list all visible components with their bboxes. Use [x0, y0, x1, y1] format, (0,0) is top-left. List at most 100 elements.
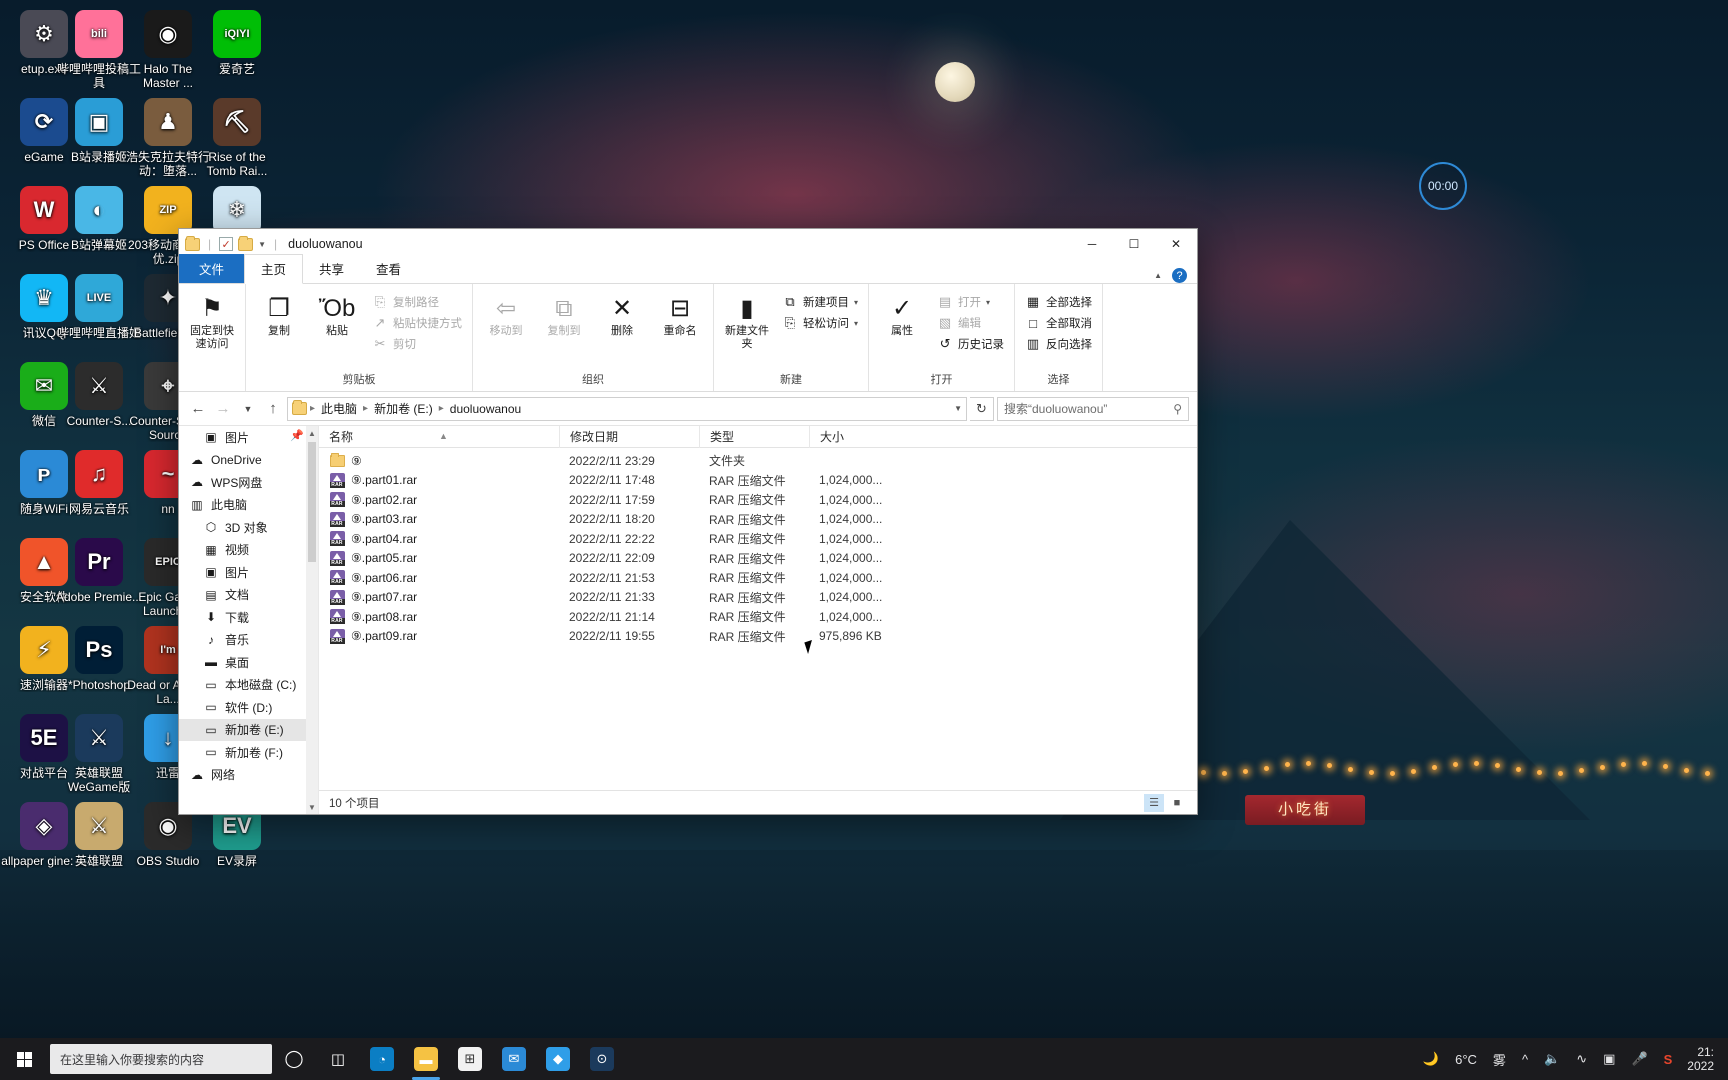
ribbon-small-button-轻松访问[interactable]: ⎘ 轻松访问 ▾ [778, 314, 862, 332]
file-name-cell[interactable]: RAR ⑨.part07.rar [319, 589, 559, 605]
search-input[interactable]: 搜索“duoluowanou” ⚲ [997, 396, 1189, 421]
recent-locations-icon[interactable]: ▼ [237, 398, 259, 420]
nav-item-网络[interactable]: ☁ 网络 [179, 764, 318, 787]
ribbon-small-button-全部选择[interactable]: ▦ 全部选择 [1021, 293, 1096, 311]
screen-icon[interactable]: ▣ [1596, 1038, 1622, 1080]
ribbon[interactable]: ⚑ 固定到快速访问 ❐ 复制 Ὄb 粘贴 ⎘ 复制路径 ↗ 粘贴快捷方式 ✂ 剪切 剪贴板 ⇦ 移动到 ⧉ 复制… [179, 284, 1197, 392]
ribbon-small-button-复制路径[interactable]: ⎘ 复制路径 [368, 293, 466, 311]
ribbon-small-button-编辑[interactable]: ▧ 编辑 [933, 314, 1008, 332]
tab-view[interactable]: 查看 [360, 255, 417, 283]
column-header-date[interactable]: 修改日期 [559, 425, 699, 448]
table-row[interactable]: RAR ⑨.part09.rar 2022/2/11 19:55 RAR 压缩文件 97… [319, 627, 1197, 647]
address-bar[interactable]: ← → ▼ ↑ ▸ 此电脑 ▸ 新加卷 (E:) ▸ duoluowanou ▼… [179, 392, 1197, 426]
help-icon[interactable]: ? [1172, 268, 1187, 283]
file-name-cell[interactable]: RAR ⑨.part08.rar [319, 609, 559, 625]
ribbon-tab-bar[interactable]: 文件 主页 共享 查看 ▲ ? [179, 254, 1197, 284]
pin-icon[interactable]: 📌 [290, 429, 304, 442]
nav-item-图片[interactable]: ▣ 图片 [179, 561, 318, 584]
taskbar-app-mail[interactable]: ✉ [492, 1038, 536, 1080]
taskbar-search-input[interactable]: 在这里输入你要搜索的内容 [50, 1044, 272, 1074]
chevron-down-icon[interactable]: ▾ [854, 298, 858, 307]
breadcrumb-item-0[interactable]: 此电脑 [318, 399, 360, 418]
chevron-down-icon[interactable]: ▾ [854, 319, 858, 328]
tab-file[interactable]: 文件 [179, 254, 245, 283]
taskbar-app-microsoft-store[interactable]: ⊞ [448, 1038, 492, 1080]
table-row[interactable]: RAR ⑨.part03.rar 2022/2/11 18:20 RAR 压缩文件 1,… [319, 510, 1197, 530]
taskbar[interactable]: 在这里输入你要搜索的内容 ◯ ◫ ◔ ▬ ⊞ ✉ ◆ ⊙ 🌙 6°C 雾 ^ 🔈 ∿ ▣ … [0, 1038, 1728, 1080]
nav-item-3D 对象[interactable]: ⬡ 3D 对象 [179, 516, 318, 539]
table-row[interactable]: ⑨ 2022/2/11 23:29 文件夹 [319, 451, 1197, 471]
close-button[interactable]: ✕ [1155, 229, 1197, 259]
file-list[interactable]: ⑨ 2022/2/11 23:29 文件夹 RAR ⑨.part01.rar 2022/2… [319, 448, 1197, 790]
table-row[interactable]: RAR ⑨.part07.rar 2022/2/11 21:33 RAR 压缩文件 1,… [319, 588, 1197, 608]
desktop-icon-7[interactable]: ⛏ Rise of the Tomb Rai... [193, 98, 281, 178]
new-folder-icon[interactable] [238, 235, 254, 251]
nav-item-WPS网盘[interactable]: ☁ WPS网盘 [179, 471, 318, 494]
desktop-icon-3[interactable]: iQIYI 爱奇艺 [193, 10, 281, 76]
ribbon-button-重命名[interactable]: ⊟ 重命名 [653, 288, 707, 338]
file-name-cell[interactable]: RAR ⑨.part03.rar [319, 511, 559, 527]
nav-item-视频[interactable]: ▦ 视频 [179, 539, 318, 562]
search-icon[interactable]: ⚲ [1173, 402, 1182, 416]
refresh-icon[interactable]: ↻ [970, 396, 994, 421]
column-header-name[interactable]: ▲ 名称 [319, 426, 559, 448]
sogou-input-icon[interactable]: S [1657, 1038, 1680, 1080]
nav-item-音乐[interactable]: ♪ 音乐 [179, 629, 318, 652]
nav-item-新加卷 (E:)[interactable]: ▭ 新加卷 (E:) [179, 718, 318, 741]
file-name-cell[interactable]: RAR ⑨.part05.rar [319, 550, 559, 566]
table-row[interactable]: RAR ⑨.part01.rar 2022/2/11 17:48 RAR 压缩文件 1,… [319, 471, 1197, 491]
breadcrumb-item-2[interactable]: duoluowanou [447, 401, 524, 417]
file-name-cell[interactable]: RAR ⑨.part09.rar [319, 628, 559, 644]
nav-scroll-down-icon[interactable]: ▼ [306, 800, 318, 814]
microphone-icon[interactable]: 🎤 [1624, 1038, 1654, 1080]
properties-icon[interactable]: ✓ [219, 237, 234, 251]
nav-item-桌面[interactable]: ▬ 桌面 [179, 651, 318, 674]
tab-share[interactable]: 共享 [303, 255, 360, 283]
cortana-icon[interactable]: ◯ [272, 1038, 316, 1080]
file-name-cell[interactable]: ⑨ [319, 452, 559, 469]
ribbon-small-button-粘贴快捷方式[interactable]: ↗ 粘贴快捷方式 [368, 314, 466, 332]
ribbon-button-删除[interactable]: ✕ 删除 [595, 288, 649, 338]
taskbar-app-steam[interactable]: ⊙ [580, 1038, 624, 1080]
file-name-cell[interactable]: RAR ⑨.part02.rar [319, 492, 559, 508]
table-row[interactable]: RAR ⑨.part02.rar 2022/2/11 17:59 RAR 压缩文件 1,… [319, 490, 1197, 510]
tiles-view-icon[interactable]: ■ [1167, 794, 1187, 812]
nav-scroll-up-icon[interactable]: ▲ [306, 426, 318, 440]
tab-home[interactable]: 主页 [244, 254, 304, 284]
address-dropdown-icon[interactable]: ▼ [954, 404, 962, 413]
file-name-cell[interactable]: RAR ⑨.part04.rar [319, 531, 559, 547]
chevron-down-icon[interactable]: ▼ [258, 240, 266, 249]
quick-access-toolbar[interactable]: | ✓ ▼ | [185, 235, 280, 251]
table-row[interactable]: RAR ⑨.part06.rar 2022/2/11 21:53 RAR 压缩文件 1,… [319, 568, 1197, 588]
file-name-cell[interactable]: RAR ⑨.part06.rar [319, 570, 559, 586]
ribbon-small-button-新建项目[interactable]: ⧉ 新建项目 ▾ [778, 293, 862, 311]
window-controls[interactable]: ─ ☐ ✕ [1071, 229, 1197, 259]
volume-icon[interactable]: 🔈 [1537, 1038, 1567, 1080]
nav-item-本地磁盘 (C:)[interactable]: ▭ 本地磁盘 (C:) [179, 674, 318, 697]
maximize-button[interactable]: ☐ [1113, 229, 1155, 259]
ribbon-small-button-反向选择[interactable]: ▥ 反向选择 [1021, 335, 1096, 353]
column-headers[interactable]: ▲ 名称 修改日期 类型 大小 [319, 425, 1197, 448]
ribbon-button-新建文件夹[interactable]: ▮ 新建文件夹 [720, 288, 774, 351]
ribbon-small-button-全部取消[interactable]: □ 全部取消 [1021, 314, 1096, 332]
ribbon-button-移动到[interactable]: ⇦ 移动到 [479, 288, 533, 338]
nav-item-新加卷 (F:)[interactable]: ▭ 新加卷 (F:) [179, 741, 318, 764]
minimize-button[interactable]: ─ [1071, 229, 1113, 259]
folder-icon[interactable] [185, 235, 200, 251]
nav-item-文档[interactable]: ▤ 文档 [179, 584, 318, 607]
moon-icon[interactable]: 🌙 [1416, 1038, 1446, 1080]
taskbar-clock[interactable]: 21: 2022 [1681, 1045, 1724, 1073]
view-buttons[interactable]: ☰ ■ [1144, 793, 1187, 812]
navigation-pane[interactable]: 📌 ▣ 图片 ☁ OneDrive ☁ WPS网盘 ▥ 此电脑 ⬡ 3D 对象 ▦ 视频 ▣ 图片 ▤ 文档 ⬇… [179, 426, 319, 814]
system-tray[interactable]: 🌙 6°C 雾 ^ 🔈 ∿ ▣ 🎤 S 21: 2022 [1416, 1038, 1728, 1080]
taskbar-app-file-explorer[interactable]: ▬ [404, 1038, 448, 1080]
details-view-icon[interactable]: ☰ [1144, 793, 1164, 812]
back-arrow-icon[interactable]: ← [187, 398, 209, 420]
file-name-cell[interactable]: RAR ⑨.part01.rar [319, 472, 559, 488]
nav-item-软件 (D:)[interactable]: ▭ 软件 (D:) [179, 696, 318, 719]
column-header-size[interactable]: 大小 [809, 425, 889, 448]
chevron-down-icon[interactable]: ▾ [986, 298, 990, 307]
nav-item-此电脑[interactable]: ▥ 此电脑 [179, 494, 318, 517]
chevron-up-icon[interactable]: ▲ [1154, 271, 1162, 280]
ribbon-small-button-剪切[interactable]: ✂ 剪切 [368, 335, 466, 353]
